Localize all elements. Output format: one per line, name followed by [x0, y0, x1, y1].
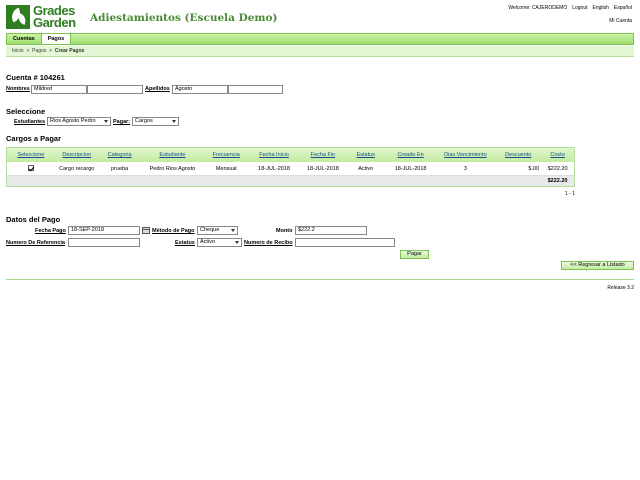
estudiante-select[interactable]: Rios Agosto Pedro — [47, 117, 111, 126]
apellidos-label: Apellidos — [145, 86, 170, 92]
table-total-row: $222.20 — [7, 176, 574, 186]
mi-cuenta-link[interactable]: Mi Cuenta — [609, 18, 632, 24]
cell-descripcion: Cargo recargo — [59, 165, 95, 172]
col-descuento[interactable]: Descuento — [495, 152, 541, 158]
english-link[interactable]: English — [593, 5, 609, 11]
nombres-label: Nombres — [6, 86, 30, 92]
seleccione-title: Seleccione — [6, 107, 46, 116]
pagar-select[interactable]: Cargos — [132, 117, 179, 126]
leaf-icon — [6, 5, 30, 29]
logo: Grades Garden — [6, 3, 76, 30]
nombres-field-2[interactable] — [87, 85, 143, 94]
top-links: Welcome: CAJERODEMO Logout English Españ… — [508, 5, 632, 11]
cell-fecha-fin: 18-JUL-2018 — [306, 165, 339, 172]
row-checkbox[interactable] — [27, 164, 34, 171]
cell-costo: $222.20 — [547, 165, 568, 172]
apellidos-field-2[interactable] — [228, 85, 283, 94]
cell-fecha-inicio: 18-JUL-2018 — [258, 165, 290, 172]
logout-link[interactable]: Logout — [572, 5, 587, 11]
metodo-pago-select[interactable]: Cheque — [197, 226, 238, 235]
monto-field[interactable]: $222.2 — [295, 226, 367, 235]
cell-dias-vencimiento: 3 — [463, 165, 467, 172]
apellidos-field[interactable]: Agosto — [172, 85, 228, 94]
cell-descuento: $.00 — [528, 165, 540, 172]
cell-categoria: prueba — [111, 165, 129, 172]
col-costo[interactable]: Costo — [541, 152, 574, 158]
referencia-label: Numero De Referencia — [6, 240, 65, 246]
pagar-label: Pagar: — [113, 119, 131, 125]
fecha-pago-field[interactable]: 18-SEP-2018 — [68, 226, 140, 235]
col-categoria[interactable]: Categoria — [99, 152, 141, 158]
cargos-table: Seleccione Descripcion Categoria Estudia… — [6, 147, 575, 187]
table-header: Seleccione Descripcion Categoria Estudia… — [7, 148, 574, 162]
estatus-label: Estatus — [175, 240, 195, 246]
main-tabs: Cuentas Pagos — [6, 33, 634, 45]
col-fecha-inicio[interactable]: Fecha Inicio — [248, 152, 300, 158]
cell-frecuencia: Mensual — [215, 165, 237, 172]
crumb-pagos[interactable]: Pagos — [32, 48, 46, 54]
cell-creado-en: 18-JUL-2018 — [394, 165, 427, 172]
col-dias-vencimiento[interactable]: Dias Vencimiento — [436, 152, 496, 158]
monto-label: Monto — [276, 228, 293, 234]
col-frecuencia[interactable]: Frecuencia — [204, 152, 248, 158]
referencia-field[interactable] — [68, 238, 140, 247]
fecha-pago-label: Fecha Pago — [35, 228, 66, 234]
recibo-label: Numero de Recibo — [244, 240, 293, 246]
metodo-pago-label: Método de Pago — [152, 228, 195, 234]
welcome-text: Welcome: CAJERODEMO — [508, 5, 568, 11]
col-fecha-fin[interactable]: Fecha Fin — [300, 152, 346, 158]
crumb-inicio[interactable]: Inicio — [12, 48, 24, 54]
col-estudiante[interactable]: Estudiante — [141, 152, 205, 158]
recibo-field[interactable] — [295, 238, 395, 247]
regresar-button[interactable]: << Regresar a Listado — [561, 261, 634, 270]
col-creado-en[interactable]: Creado En — [386, 152, 436, 158]
nombres-field[interactable]: Mildred — [31, 85, 87, 94]
col-descripcion[interactable]: Descripcion — [55, 152, 99, 158]
divider — [6, 279, 634, 280]
col-estatus[interactable]: Estatus — [346, 152, 386, 158]
crumb-crear-pagos: Crear Pagos — [54, 48, 85, 54]
breadcrumb: Inicio > Pagos > Crear Pagos — [6, 46, 634, 57]
app-title: Adiestamientos (Escuela Demo) — [90, 12, 278, 24]
pager: 1 - 1 — [565, 191, 576, 197]
espanol-link[interactable]: Español — [614, 5, 632, 11]
cell-seleccione — [7, 164, 55, 173]
col-seleccione[interactable]: Seleccione — [7, 152, 55, 158]
tab-pagos[interactable]: Pagos — [40, 34, 72, 44]
pago-title: Datos del Pago — [6, 215, 61, 224]
cell-estudiante: Pedro Rios Agosto — [149, 165, 196, 172]
tab-cuentas[interactable]: Cuentas — [7, 34, 41, 44]
estudiantes-label: Estudiantes — [14, 119, 46, 125]
table-row: Cargo recargo prueba Pedro Rios Agosto M… — [7, 162, 574, 176]
estatus-select[interactable]: Activo — [197, 238, 242, 247]
release-label: Release 3.2 — [607, 285, 634, 291]
cell-estatus: Activo — [358, 165, 374, 172]
calendar-icon[interactable] — [142, 227, 150, 234]
total-costo: $222.20 — [547, 178, 568, 184]
cargos-title: Cargos a Pagar — [6, 134, 62, 143]
logo-text: Grades Garden — [33, 3, 76, 30]
pagar-button[interactable]: Pagar — [400, 250, 429, 259]
account-title: Cuenta # 104261 — [6, 73, 65, 82]
